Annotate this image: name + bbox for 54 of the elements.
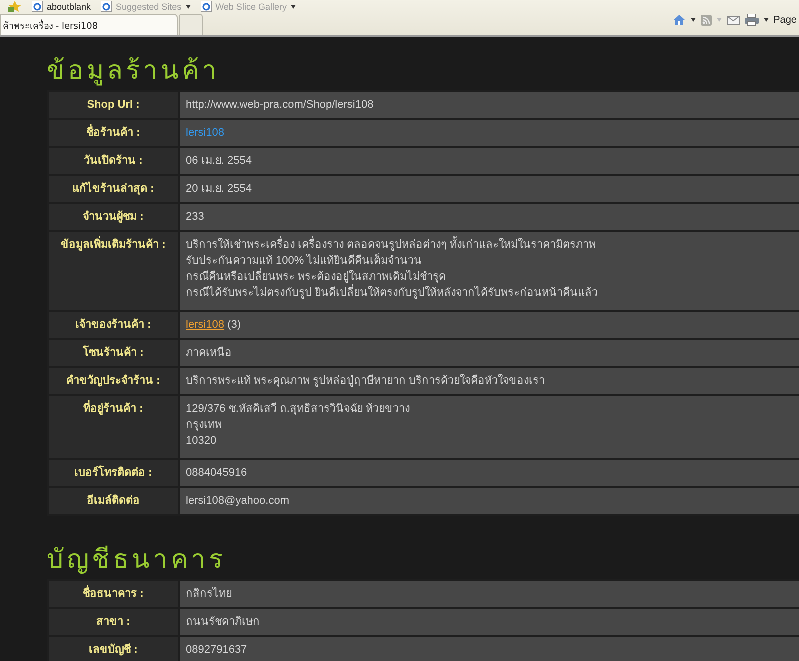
shop-count: (3): [228, 319, 242, 331]
favorites-link[interactable]: aboutblank: [47, 2, 92, 12]
field-value-line: บริการให้เช่าพระเครื่อง เครื่องราง ตลอดจนรูปหล่อต่างๆ ทั้งเก่าและใหม่ในราคามิตรภาพ: [186, 238, 799, 253]
section-heading: บัญชีธนาคาร: [47, 544, 227, 577]
ie-page-icon[interactable]: [32, 1, 43, 12]
section-heading: ข้อมูลร้านค้า: [47, 55, 221, 88]
field-label: ข้อมูลเพิ่มเติมร้านค้า :: [48, 231, 179, 311]
field-value: lersi108@yahoo.com: [179, 487, 799, 515]
home-icon[interactable]: [672, 14, 686, 26]
field-label: ชื่อธนาคาร :: [48, 580, 179, 608]
field-value: 0892791637: [179, 636, 799, 661]
field-label: โซนร้านค้า :: [48, 339, 179, 367]
ie-page-icon[interactable]: [101, 1, 112, 12]
shop-name-link[interactable]: lersi108: [186, 127, 225, 139]
field-value-line: กรณีได้รับพระไม่ตรงกับรูป ยินดีเปลี่ยนให้ตรงกับรูปให้หลังจากได้รับพระก่อนหน้าคืนแล้ว: [186, 286, 799, 301]
field-value: 06 เม.ย. 2554: [179, 147, 799, 175]
caret-icon[interactable]: [290, 4, 296, 8]
mail-icon[interactable]: [726, 16, 740, 24]
field-label: ที่อยู่ร้านค้า :: [48, 395, 179, 459]
field-value-line: รับประกันความแท้ 100% ไม่แท้ยินดีคืนเต็มจำนวน: [186, 254, 424, 268]
field-label: ชื่อร้านค้า :: [48, 119, 179, 147]
field-value: บริการพระแท้ พระคุณภาพ รูปหล่อปู่ฤาษีหายาก บริการด้วยใจคือหัวใจของเรา: [179, 367, 799, 395]
favorites-link[interactable]: Suggested Sites: [116, 2, 182, 12]
field-value: ภาคเหนือ: [179, 339, 799, 367]
field-value: ถนนรัชดาภิเษก: [179, 608, 799, 636]
field-label: เบอร์โทรติดต่อ :: [48, 459, 179, 487]
ie-page-icon[interactable]: [200, 1, 212, 12]
field-label: Shop Url :: [48, 91, 179, 119]
field-label: แก้ไขร้านล่าสุด :: [48, 175, 179, 203]
field-label: อีเมล์ติดต่อ: [48, 487, 179, 515]
field-value-line: กรณีคืนหรือเปลี่ยนพระ พระต้องอยู่ในสภาพเดิมไม่ชำรุด: [186, 270, 799, 285]
caret-icon[interactable]: [690, 18, 696, 22]
field-label: วันเปิดร้าน :: [48, 147, 179, 175]
field-label: สาขา :: [48, 608, 179, 636]
field-value: กสิกรไทย: [179, 580, 799, 608]
field-value: 233: [179, 203, 799, 231]
field-value-line: 129/376 ซ.หัสดิเสวี ถ.สุทธิสารวินิจฉัย ห้วยขวาง: [186, 402, 412, 417]
caret-icon[interactable]: [186, 4, 191, 8]
caret-icon[interactable]: [764, 18, 769, 22]
field-value-line: 10320: [186, 434, 218, 449]
field-label: จำนวนผู้ชม :: [48, 203, 179, 231]
field-label: เลขบัญชี :: [48, 636, 179, 661]
field-value: 20 เม.ย. 2554: [179, 175, 799, 203]
page-menu[interactable]: Page: [774, 14, 797, 26]
field-value-line: กรุงเทพ: [186, 418, 223, 433]
browser-tab[interactable]: ค้าพระเครื่อง - lersi108: [0, 14, 178, 35]
printer-icon[interactable]: [744, 14, 759, 26]
favorites-link[interactable]: Web Slice Gallery: [216, 2, 287, 12]
field-value: http://www.web-pra.com/Shop/lersi108: [179, 91, 799, 119]
field-value: 0884045916: [179, 459, 799, 487]
field-label: เจ้าของร้านค้า :: [48, 311, 179, 339]
favorites-star-icon[interactable]: [8, 1, 22, 12]
field-label: คำขวัญประจำร้าน :: [48, 367, 179, 395]
owner-link[interactable]: lersi108: [186, 319, 225, 331]
